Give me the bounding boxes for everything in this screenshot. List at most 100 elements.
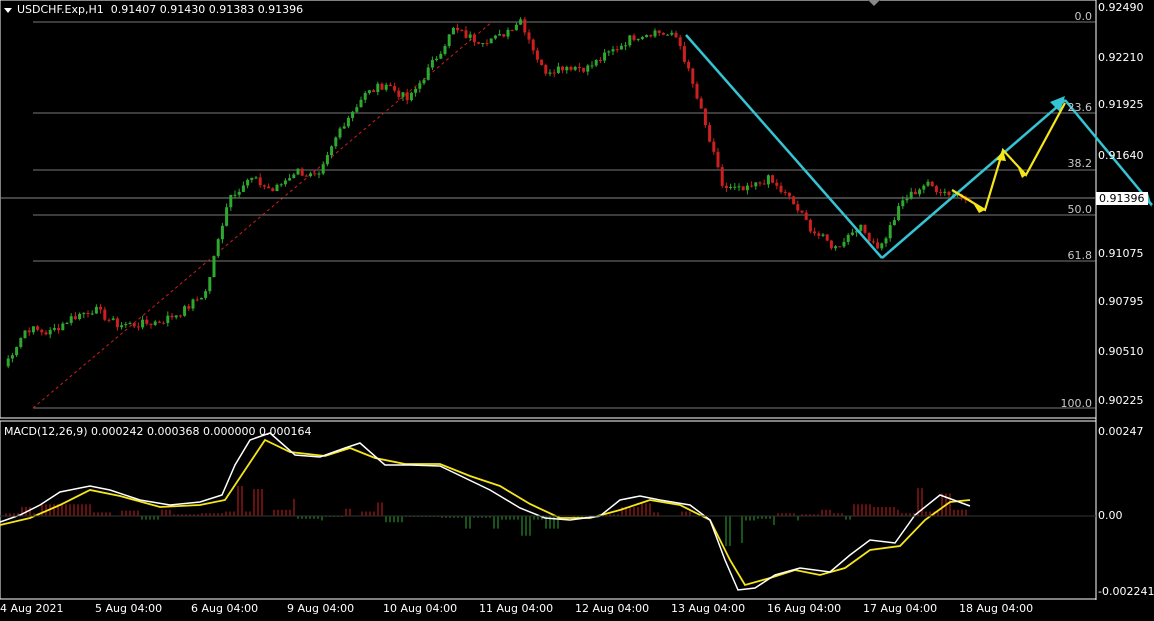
macd-tick: 0.00247: [1098, 425, 1144, 438]
forecast-path: [951, 102, 1066, 212]
candle-body: [670, 32, 674, 35]
candle-body: [61, 323, 65, 331]
candle-body: [947, 191, 951, 196]
candle-body: [355, 107, 359, 112]
candle-body: [859, 224, 863, 231]
candle-body: [212, 256, 216, 278]
candle-body: [779, 185, 783, 192]
candle-body: [204, 291, 208, 298]
time-tick: 4 Aug 2021: [0, 602, 64, 615]
candle-body: [661, 32, 665, 35]
candle-body: [120, 325, 124, 328]
candle-body: [225, 207, 229, 226]
candle-body: [892, 220, 896, 226]
price-tick: 0.92490: [1098, 1, 1144, 14]
candle-body: [481, 43, 485, 45]
candle-body: [750, 185, 754, 187]
candle-body: [901, 200, 905, 207]
candle-body: [376, 83, 380, 93]
candle-body: [674, 32, 678, 38]
candle-body: [216, 239, 220, 257]
candle-body: [611, 49, 615, 52]
candle-body: [619, 45, 623, 50]
candle-body: [888, 225, 892, 239]
macd-main-line: [0, 432, 971, 591]
candle-body: [187, 306, 191, 309]
candle-body: [435, 58, 439, 61]
candle-body: [666, 34, 670, 36]
candle-body: [645, 35, 649, 38]
candle-body: [884, 238, 888, 244]
candle-body: [808, 219, 812, 232]
candle-body: [720, 167, 724, 186]
candle-body: [136, 326, 140, 328]
candle-body: [598, 60, 602, 62]
price-chart[interactable]: [0, 0, 1154, 621]
candle-body: [586, 65, 590, 72]
candle-body: [220, 225, 224, 240]
candle-body: [678, 37, 682, 47]
candle-body: [544, 65, 548, 74]
candle-body: [65, 322, 69, 324]
candle-body: [229, 194, 233, 208]
candle-body: [477, 42, 481, 44]
candle-body: [73, 316, 77, 320]
candle-body: [846, 234, 850, 242]
candle-body: [838, 246, 842, 248]
candle-body: [405, 92, 409, 101]
candle-body: [489, 38, 493, 44]
price-tick: 0.90795: [1098, 295, 1144, 308]
candle-body: [716, 151, 720, 168]
candle-body: [699, 98, 703, 109]
candle-body: [124, 324, 128, 326]
candle-body: [57, 328, 61, 331]
candle-body: [128, 323, 132, 325]
candle-body: [107, 319, 111, 321]
candle-body: [82, 312, 86, 314]
candle-body: [250, 177, 254, 180]
candle-body: [691, 68, 695, 84]
candle-body: [775, 182, 779, 186]
candle-body: [254, 177, 258, 179]
time-tick: 10 Aug 04:00: [383, 602, 458, 615]
candle-body: [569, 66, 573, 70]
time-tick: 16 Aug 04:00: [767, 602, 842, 615]
candle-body: [384, 84, 388, 90]
price-tick: 0.92210: [1098, 51, 1144, 64]
candle-body: [519, 19, 523, 25]
candle-body: [930, 181, 934, 187]
candle-body: [183, 306, 187, 316]
candle-body: [208, 277, 212, 292]
candle-body: [922, 185, 926, 190]
candle-body: [817, 233, 821, 236]
candle-body: [531, 39, 535, 51]
candle-body: [867, 232, 871, 242]
candle-body: [195, 299, 199, 301]
candle-body: [262, 185, 266, 187]
candle-body: [409, 92, 413, 101]
candle-body: [414, 88, 418, 93]
trend-line-up: [881, 99, 1066, 259]
fib-label: 61.8: [1067, 249, 1093, 262]
candle-body: [456, 27, 460, 31]
candle-body: [271, 188, 275, 192]
candle-body: [44, 332, 48, 335]
candle-body: [762, 183, 766, 185]
candle-body: [876, 242, 880, 249]
trend-line-down: [685, 34, 883, 259]
macd-label: MACD(12,26,9) 0.000242 0.000368 0.000000…: [4, 425, 312, 438]
dropdown-arrow-icon[interactable]: [4, 7, 12, 13]
candle-body: [241, 185, 245, 192]
chart-title-bar[interactable]: USDCHF.Exp,H1 0.91407 0.91430 0.91383 0.…: [4, 3, 303, 16]
candle-body: [27, 330, 31, 333]
candle-body: [397, 90, 401, 97]
candle-body: [36, 326, 40, 330]
price-tick: 0.91075: [1098, 247, 1144, 260]
candle-body: [918, 189, 922, 195]
candle-body: [275, 184, 279, 192]
candle-body: [741, 186, 745, 191]
candle-body: [6, 358, 10, 367]
candle-body: [628, 35, 632, 46]
time-tick: 11 Aug 04:00: [479, 602, 554, 615]
candle-body: [237, 191, 241, 195]
